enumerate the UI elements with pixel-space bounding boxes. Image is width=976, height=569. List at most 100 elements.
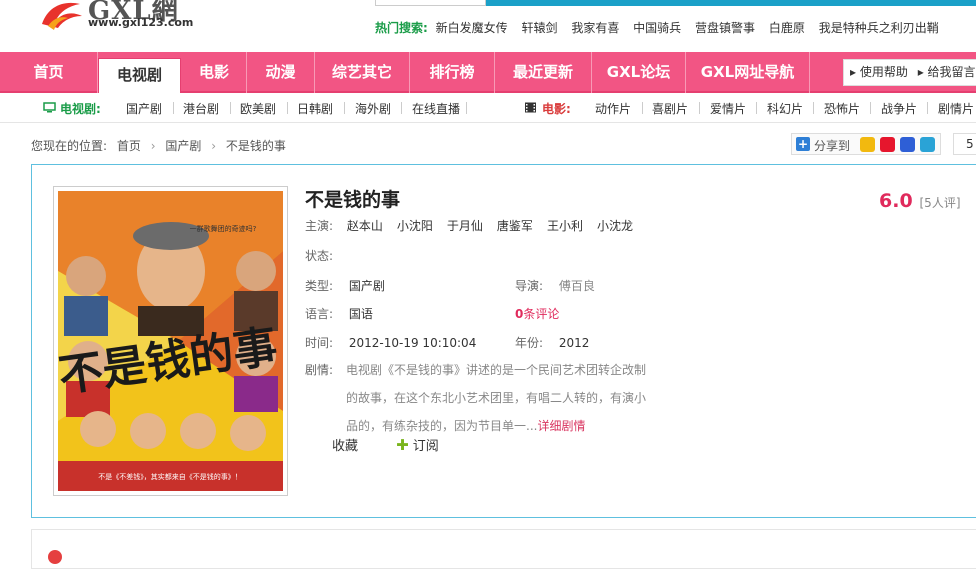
search-input[interactable] xyxy=(375,0,486,6)
movie-category-link[interactable]: 战争片 xyxy=(881,100,917,117)
poster-art: 不是钱的事 不是《不差钱》，其实都来自《不是钱的事》！ 一群歌舞团的奇迹吗? xyxy=(58,191,283,491)
actor-link[interactable]: 唐鉴军 xyxy=(497,219,533,233)
tv-category-link[interactable]: 国产剧 xyxy=(126,100,162,117)
poster-frame: 不是钱的事 不是《不差钱》，其实都来自《不是钱的事》！ 一群歌舞团的奇迹吗? xyxy=(53,186,288,496)
type-value[interactable]: 国产剧 xyxy=(349,279,385,293)
divider xyxy=(642,102,643,114)
hot-search-link[interactable]: 中国骑兵 xyxy=(633,21,681,35)
tv-category-link[interactable]: 港台剧 xyxy=(183,100,219,117)
show-title: 不是钱的事 xyxy=(305,189,401,211)
tv-category-link[interactable]: 日韩剧 xyxy=(297,100,333,117)
nav-item-home[interactable]: 首页 xyxy=(0,52,98,93)
share-plus-icon[interactable]: + xyxy=(796,137,810,151)
weibo-share-icon[interactable] xyxy=(880,137,895,152)
status-row: 状态: xyxy=(305,247,345,264)
show-detail-panel: 不是钱的事 不是《不差钱》，其实都来自《不是钱的事》！ 一群歌舞团的奇迹吗? 不… xyxy=(31,164,976,518)
actor-link[interactable]: 赵本山 xyxy=(347,219,383,233)
breadcrumb: 您现在的位置: 首页 › 国产剧 › 不是钱的事 xyxy=(31,137,286,154)
tv-category-label: 电视剧: xyxy=(60,102,101,116)
nav-item-variety[interactable]: 综艺其它 xyxy=(315,52,410,93)
nav-item-ranking[interactable]: 排行榜 xyxy=(410,52,495,93)
type-row: 类型: 国产剧 xyxy=(305,277,385,294)
favorite-button[interactable]: 收藏 xyxy=(332,439,358,454)
movie-category-link[interactable]: 爱情片 xyxy=(710,100,746,117)
subscribe-button[interactable]: 订阅 xyxy=(413,439,439,454)
divider xyxy=(813,102,814,114)
actor-link[interactable]: 小沈阳 xyxy=(397,219,433,233)
divider xyxy=(466,102,467,114)
rating-score: 6.0 xyxy=(879,190,913,212)
chevron-right-icon: › xyxy=(150,139,156,153)
language-row: 语言: 国语 xyxy=(305,305,373,322)
share-label: 分享到 xyxy=(814,139,851,153)
help-box: ▸ 使用帮助 ▸ 给我留言 xyxy=(843,59,976,86)
movie-category-link[interactable]: 科幻片 xyxy=(767,100,803,117)
sub-nav: 电视剧: 国产剧 港台剧 欧美剧 日韩剧 海外剧 在线直播 电影: 动作片 喜剧… xyxy=(0,93,976,123)
movie-category-link[interactable]: 恐怖片 xyxy=(824,100,860,117)
nav-item-anime[interactable]: 动漫 xyxy=(247,52,315,93)
breadcrumb-item-home[interactable]: 首页 xyxy=(117,139,141,153)
tv-category-link[interactable]: 在线直播 xyxy=(412,100,460,117)
tv-category-link[interactable]: 欧美剧 xyxy=(240,100,276,117)
nav-item-tv[interactable]: 电视剧 xyxy=(98,58,181,95)
nav-item-recent[interactable]: 最近更新 xyxy=(495,52,592,93)
hot-search-link[interactable]: 新白发魔女传 xyxy=(436,21,508,35)
search-button[interactable] xyxy=(486,0,976,6)
tencent-weibo-share-icon[interactable] xyxy=(920,137,935,152)
site-logo[interactable]: GXL網 www.gxl123.com xyxy=(30,0,230,38)
movie-category-link[interactable]: 喜剧片 xyxy=(652,100,688,117)
movie-category-label: 电影: xyxy=(542,102,571,116)
cast-row: 主演: 赵本山 小沈阳 于月仙 唐鉴军 王小利 小沈龙 xyxy=(305,217,647,234)
hot-search-link[interactable]: 营盘镇警事 xyxy=(695,21,755,35)
share-count[interactable]: 5 xyxy=(953,133,976,155)
actor-link[interactable]: 王小利 xyxy=(547,219,583,233)
comments-link[interactable]: 条评论 xyxy=(523,307,559,321)
rating-count[interactable]: [5人评] xyxy=(920,196,961,210)
phoenix-logo-icon xyxy=(42,2,82,30)
status-label: 状态: xyxy=(305,249,334,263)
director-label: 导演: xyxy=(515,279,544,293)
year-value: 2012 xyxy=(558,336,590,350)
tv-icon xyxy=(43,102,56,113)
hot-search-link[interactable]: 我是特种兵之利刃出鞘 xyxy=(819,21,939,35)
show-poster[interactable]: 不是钱的事 不是《不差钱》，其实都来自《不是钱的事》！ 一群歌舞团的奇迹吗? xyxy=(58,191,283,491)
time-row: 时间: 2012-10-19 10:10:04 xyxy=(305,334,476,351)
plot-label: 剧情: xyxy=(305,363,334,377)
time-label: 时间: xyxy=(305,336,334,350)
film-icon xyxy=(525,102,536,113)
logo-url-text: www.gxl123.com xyxy=(88,16,194,29)
divider xyxy=(401,102,402,114)
hot-search-link[interactable]: 我家有喜 xyxy=(571,21,619,35)
breadcrumb-item-category[interactable]: 国产剧 xyxy=(165,139,201,153)
qzone-share-icon[interactable] xyxy=(860,137,875,152)
divider xyxy=(173,102,174,114)
comments-row[interactable]: 0条评论 xyxy=(515,305,559,322)
plot-text: 电视剧《不是钱的事》讲述的是一个民间艺术团转企改制的故事，在这个东北小艺术团里，… xyxy=(346,363,647,433)
breadcrumb-item-current: 不是钱的事 xyxy=(225,139,286,153)
actor-link[interactable]: 于月仙 xyxy=(447,219,483,233)
plot-more-link[interactable]: 详细剧情 xyxy=(537,419,585,433)
language-label: 语言: xyxy=(305,307,334,321)
time-value: 2012-10-19 10:10:04 xyxy=(348,336,477,350)
actor-link[interactable]: 小沈龙 xyxy=(597,219,633,233)
poster-tagline: 不是《不差钱》，其实都来自《不是钱的事》！ xyxy=(98,472,242,481)
nav-item-movies[interactable]: 电影 xyxy=(182,52,247,93)
movie-category-link[interactable]: 动作片 xyxy=(595,100,631,117)
baidu-share-icon[interactable] xyxy=(900,137,915,152)
hot-search-label: 热门搜索: xyxy=(375,21,428,35)
tv-category-link[interactable]: 海外剧 xyxy=(355,100,391,117)
action-bar: 收藏 ✚ 订阅 xyxy=(332,435,439,454)
divider xyxy=(230,102,231,114)
movie-category-link[interactable]: 剧情片 xyxy=(938,100,974,117)
divider xyxy=(870,102,871,114)
nav-item-forum[interactable]: GXL论坛 xyxy=(592,52,686,93)
next-section-card xyxy=(31,529,976,569)
help-link[interactable]: ▸ 使用帮助 xyxy=(850,65,908,79)
hot-search-link[interactable]: 轩辕剑 xyxy=(521,21,557,35)
poster-top-caption: 一群歌舞团的奇迹吗? xyxy=(190,224,257,233)
main-nav: 首页 电视剧 电影 动漫 综艺其它 排行榜 最近更新 GXL论坛 GXL网址导航… xyxy=(0,52,976,95)
guestbook-link[interactable]: ▸ 给我留言 xyxy=(918,65,976,79)
hot-search-link[interactable]: 白鹿原 xyxy=(769,21,805,35)
chevron-right-icon: › xyxy=(211,139,217,153)
nav-item-directory[interactable]: GXL网址导航 xyxy=(686,52,810,93)
